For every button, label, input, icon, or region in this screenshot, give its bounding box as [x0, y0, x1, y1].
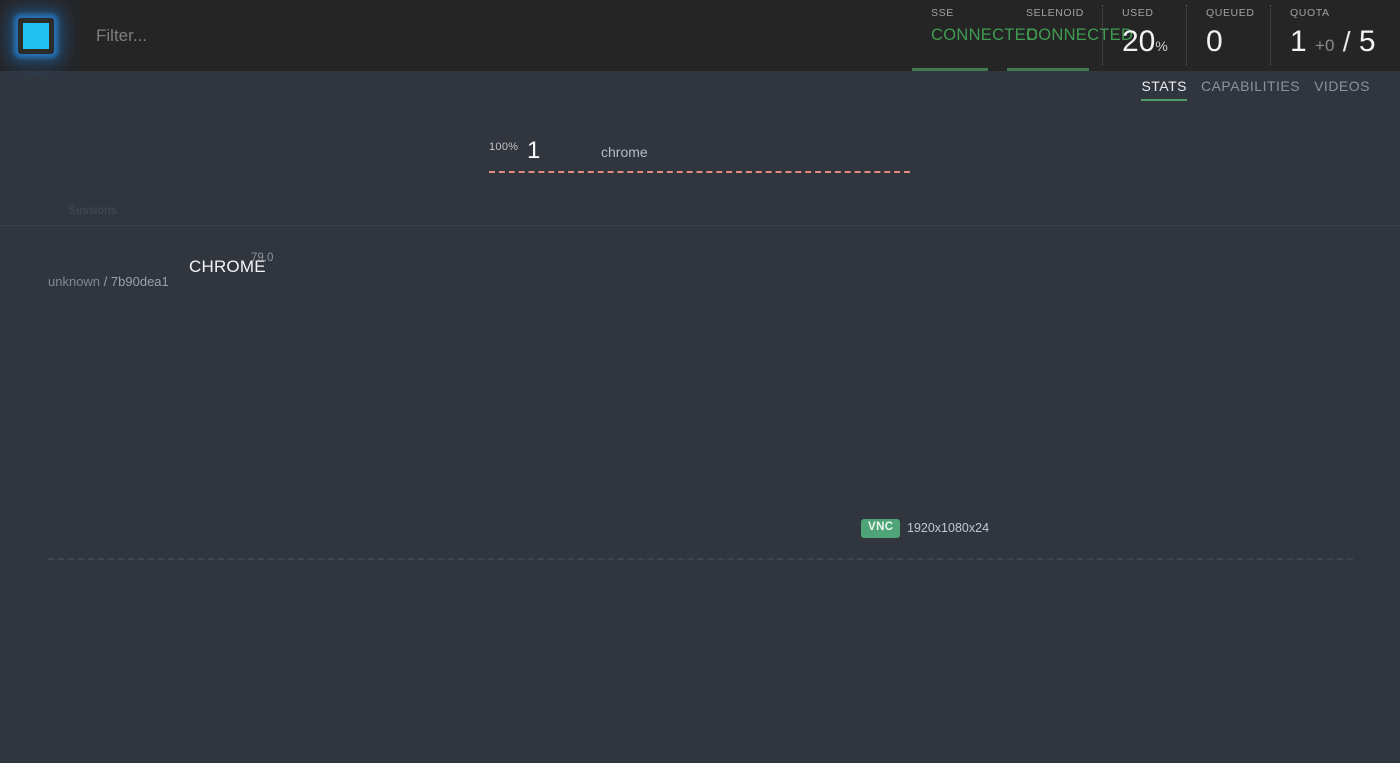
browser-usage-bar — [489, 171, 910, 173]
session-owner: unknown — [48, 274, 101, 289]
app-header: SSE CONNECTED SELENOID CONNECTED USED 20… — [0, 0, 1400, 71]
status-value-used: 20% — [1122, 27, 1186, 57]
session-id: 7b90dea1 — [110, 274, 169, 289]
quota-plus: + — [1315, 36, 1325, 55]
view-tabs: STATS CAPABILITIES VIDEOS — [1141, 78, 1370, 101]
status-label-queued: QUEUED — [1206, 7, 1255, 19]
browser-usage-name: chrome — [601, 144, 648, 160]
status-label-selenoid: SELENOID — [1026, 7, 1084, 19]
status-value-quota: 1 +0 / 5 — [1290, 27, 1400, 57]
browser-usage-percent: 100% — [489, 141, 519, 153]
status-strip: SSE CONNECTED SELENOID CONNECTED USED 20… — [912, 0, 1400, 71]
vnc-badge[interactable]: VNC — [861, 519, 901, 538]
session-browser-version: 79.0 — [251, 252, 274, 264]
status-label-used: USED — [1122, 7, 1154, 19]
used-unit: % — [1155, 38, 1168, 54]
session-id-separator: / — [103, 274, 108, 289]
app-logo[interactable] — [0, 0, 72, 71]
status-value-queued: 0 — [1206, 25, 1223, 58]
status-cell-selenoid: SELENOID CONNECTED — [1007, 0, 1134, 71]
quota-divider: / — [1342, 26, 1351, 57]
session-resolution: 1920x1080x24 — [907, 521, 990, 535]
status-cell-quota: QUOTA 1 +0 / 5 — [1270, 0, 1400, 71]
status-label-sse: SSE — [931, 7, 954, 19]
sessions-section-label: Sessions — [68, 205, 118, 217]
status-cell-used: USED 20% — [1102, 0, 1186, 71]
status-value-sse: CONNECTED — [931, 26, 1039, 44]
status-value-selenoid: CONNECTED — [1026, 26, 1134, 44]
filter-input[interactable] — [72, 0, 912, 71]
status-label-quota: QUOTA — [1290, 7, 1330, 19]
status-cell-sse: SSE CONNECTED — [912, 0, 1039, 71]
sse-connection-bar — [912, 68, 988, 71]
browser-usage-count: 1 — [527, 137, 541, 164]
status-cell-queued: QUEUED 0 — [1186, 0, 1270, 71]
tab-stats[interactable]: STATS — [1141, 78, 1187, 101]
quota-used: 1 — [1290, 25, 1307, 58]
used-number: 20 — [1122, 25, 1156, 58]
square-logo-icon — [18, 17, 54, 54]
selenoid-connection-bar — [1007, 68, 1089, 71]
sessions-section-divider — [0, 225, 1400, 226]
quota-total: 5 — [1358, 25, 1376, 58]
tab-capabilities[interactable]: CAPABILITIES — [1201, 78, 1300, 101]
quota-pending: 0 — [1324, 36, 1335, 55]
session-row-divider — [48, 558, 1353, 560]
tab-videos[interactable]: VIDEOS — [1314, 78, 1370, 101]
browser-usage-chart: 100% 1 chrome — [489, 137, 910, 173]
browser-usage-row: 100% 1 chrome — [489, 137, 910, 171]
session-identity: unknown / 7b90dea1 — [48, 274, 169, 289]
